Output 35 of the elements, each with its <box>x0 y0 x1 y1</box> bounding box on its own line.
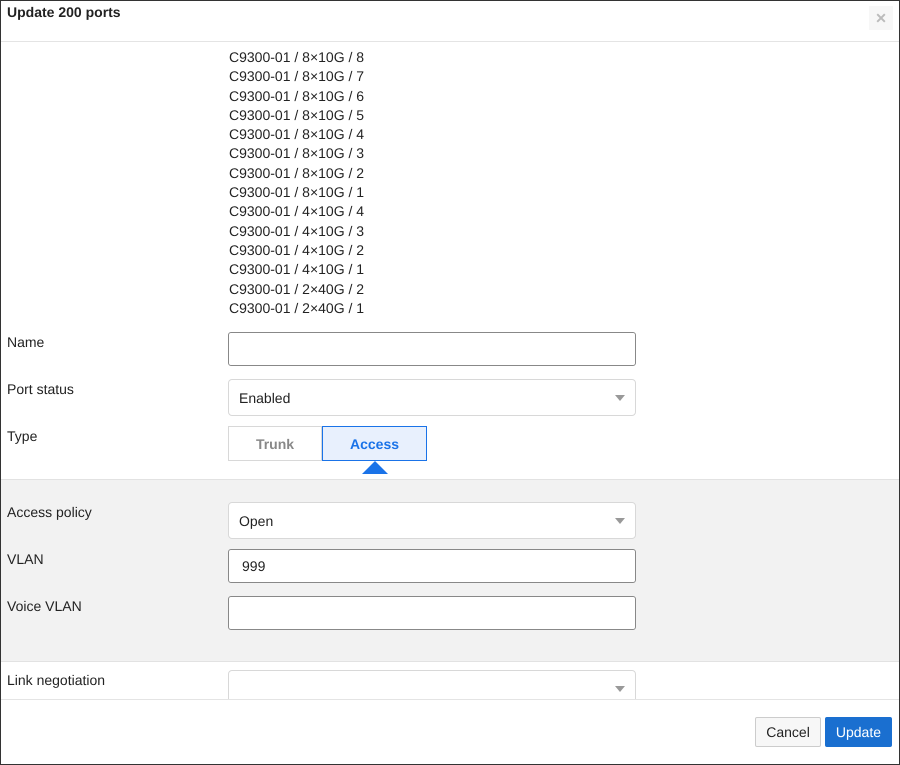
port-name: C9300-01 / 8×10G / 5 <box>229 106 366 125</box>
field-label: Access policy <box>6 503 93 520</box>
port-name: C9300-01 / 8×10G / 4 <box>229 125 366 144</box>
caret-icon <box>615 518 625 524</box>
dropdown-field[interactable]: Open <box>228 502 636 540</box>
cancel-button[interactable]: Cancel <box>755 717 821 747</box>
port-name: C9300-01 / 8×10G / 1 <box>229 183 366 202</box>
field-label: Voice VLAN <box>6 597 83 614</box>
field-label: Link negotiation <box>6 671 106 688</box>
port-name: C9300-01 / 8×10G / 8 <box>229 48 366 67</box>
dialog-title: Update 200 ports <box>7 4 121 20</box>
port-name: C9300-01 / 8×10G / 6 <box>229 86 366 106</box>
field-label: Name <box>6 333 46 350</box>
port-name: C9300-01 / 8×10G / 7 <box>229 67 366 86</box>
port-name: C9300-01 / 8×10G / 3 <box>229 144 366 164</box>
port-name: C9300-01 / 8×10G / 2 <box>229 164 366 183</box>
port-name: C9300-01 / 4×10G / 3 <box>229 222 366 241</box>
field-label: Port status <box>6 380 75 398</box>
pointer-icon <box>362 461 388 474</box>
port-name: C9300-01 / 4×10G / 4 <box>229 202 366 222</box>
caret-icon <box>615 686 625 692</box>
type-tab[interactable]: Trunk <box>228 426 322 462</box>
field-label: VLAN <box>6 550 45 568</box>
input-field[interactable] <box>228 596 636 630</box>
port-name: C9300-01 / 4×10G / 1 <box>229 260 366 280</box>
field-label: Type <box>6 427 38 444</box>
dropdown-field[interactable] <box>228 670 636 699</box>
input-field[interactable] <box>228 332 636 366</box>
update-button[interactable]: Update <box>824 717 892 747</box>
caret-icon <box>615 394 625 401</box>
port-name: C9300-01 / 2×40G / 1 <box>229 298 366 318</box>
dropdown-field[interactable]: Enabled <box>228 379 636 416</box>
input-field[interactable]: 999 <box>228 549 636 584</box>
port-name: C9300-01 / 4×10G / 2 <box>229 240 366 260</box>
port-name: C9300-01 / 2×40G / 2 <box>229 280 366 299</box>
